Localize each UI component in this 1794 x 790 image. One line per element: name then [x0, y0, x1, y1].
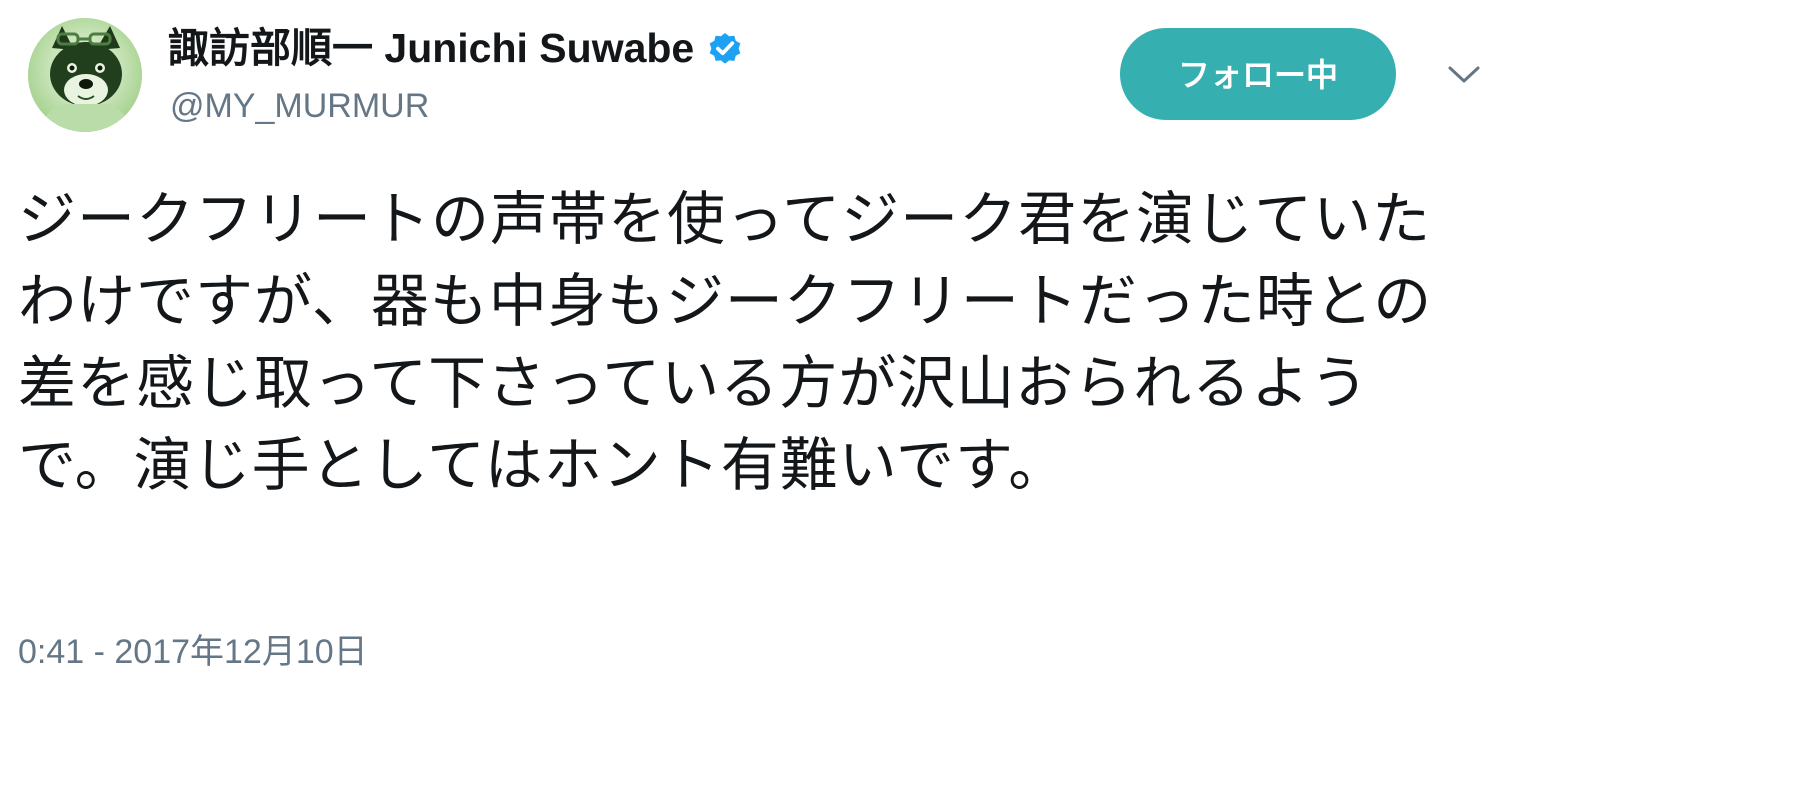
avatar[interactable]: [28, 18, 142, 132]
following-button[interactable]: フォロー中: [1120, 28, 1396, 120]
tweet-timestamp[interactable]: 0:41 - 2017年12月10日: [18, 628, 368, 676]
user-handle[interactable]: @MY_MURMUR: [170, 84, 429, 128]
dog-avatar-image: [28, 18, 142, 132]
chevron-down-icon[interactable]: [1446, 60, 1482, 88]
tweet-card: 諏訪部順一 Junichi Suwabe @MY_MURMUR フォロー中 ジー…: [0, 0, 1794, 790]
display-name-text: 諏訪部順一 Junichi Suwabe: [168, 25, 695, 71]
display-name[interactable]: 諏訪部順一 Junichi Suwabe: [168, 22, 744, 74]
tweet-text: ジークフリートの声帯を使ってジーク君を演じていたわけですが、器も中身もジークフリ…: [18, 185, 1433, 499]
verified-badge-icon: [706, 29, 744, 67]
